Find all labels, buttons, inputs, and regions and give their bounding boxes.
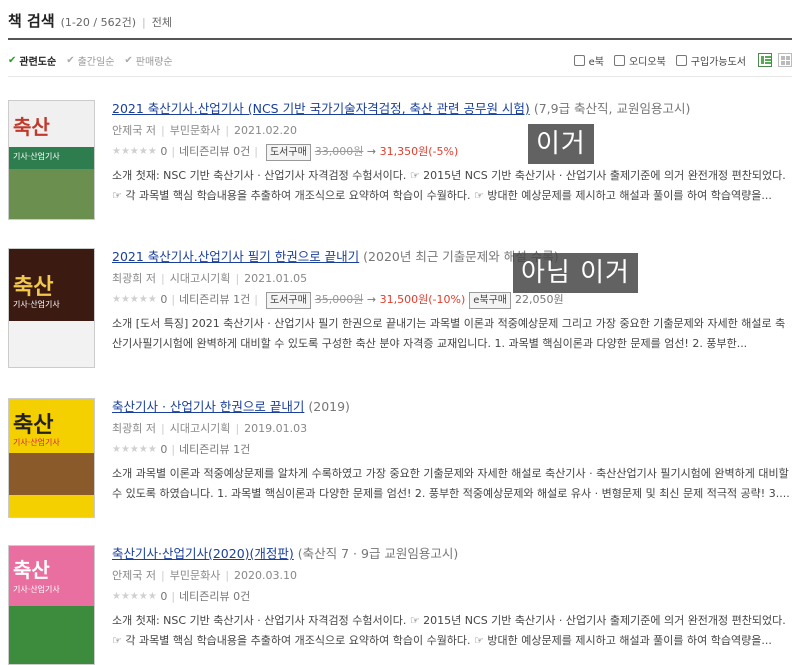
cover-title: 축산 — [13, 558, 50, 582]
sort-date[interactable]: ✔ 출간일순 — [66, 53, 114, 68]
book-item: 축산 기사·산업기사 축산기사 · 산업기사 한권으로 끝내기 (2019) 최… — [8, 398, 792, 528]
buy-button[interactable]: 도서구매 — [265, 291, 311, 309]
original-price: 33,000원 — [314, 145, 364, 158]
book-info: 2021 축산기사.산업기사 필기 한권으로 끝내기 (2020년 최근 기출문… — [112, 248, 792, 374]
check-icon: ✔ — [66, 54, 75, 66]
result-count: (1-20 / 562건) — [60, 16, 136, 29]
filter-options: e북 오디오북 구입가능도서 — [568, 53, 792, 68]
book-description: 소개 첫재: NSC 기반 축산기사 · 산업기사 자격검정 수험서이다. ☞ … — [112, 614, 786, 647]
sale-price: 31,500원(-10%) — [379, 293, 466, 306]
book-subtitle: (축산직 7 · 9급 교원임용고시) — [297, 546, 459, 561]
sort-sales[interactable]: ✔ 판매량순 — [124, 53, 172, 68]
page-title: 책 검색 — [8, 12, 55, 30]
list-view-icon[interactable] — [758, 53, 772, 67]
rating-value: 0 — [160, 443, 168, 456]
book-publisher[interactable]: 부민문화사 — [170, 569, 221, 582]
cover-subtitle: 기사·산업기사 — [13, 585, 60, 594]
book-info: 축산기사 · 산업기사 한권으로 끝내기 (2019) 최광희 저 | 시대고시기획… — [112, 398, 792, 524]
book-title-link[interactable]: 축산기사 · 산업기사 한권으로 끝내기 — [112, 399, 304, 414]
divider — [8, 76, 792, 77]
sort-sales-label: 판매량순 — [135, 56, 173, 68]
original-price: 35,000원 — [314, 293, 364, 306]
rating-value: 0 — [160, 145, 168, 158]
book-title-link[interactable]: 2021 축산기사.산업기사 필기 한권으로 끝내기 — [112, 249, 359, 264]
book-publisher[interactable]: 시대고시기획 — [170, 422, 231, 435]
book-item: 축산 기사·산업기사 2021 축산기사.산업기사 필기 한권으로 끝내기 (2… — [8, 248, 792, 378]
book-date: 2020.03.10 — [234, 569, 298, 582]
cover-subtitle: 기사·산업기사 — [13, 438, 60, 447]
buy-button[interactable]: 도서구매 — [265, 143, 311, 161]
book-author[interactable]: 안제국 저 — [112, 569, 156, 582]
rating-stars-icon: ★★★★★ — [112, 444, 157, 455]
rating-value: 0 — [160, 590, 168, 603]
book-date: 2019.01.03 — [244, 422, 308, 435]
book-publisher[interactable]: 부민문화사 — [170, 124, 221, 137]
book-description: 소개 첫재: NSC 기반 축산기사 · 산업기사 자격검정 수험서이다. ☞ … — [112, 169, 786, 202]
search-header: 책 검색 (1-20 / 562건) | 전체 — [8, 10, 792, 40]
sort-bar: ✔ 관련도순 ✔ 출간일순 ✔ 판매량순 e북 오디오북 구입가능도서 — [8, 50, 792, 70]
review-count[interactable]: 네티즌리뷰 1건 — [179, 440, 250, 460]
book-date: 2021.01.05 — [244, 272, 308, 285]
book-info: 축산기사·산업기사(2020)(개정판) (축산직 7 · 9급 교원임용고시)… — [112, 545, 792, 665]
review-count[interactable]: 네티즌리뷰 0건 — [179, 142, 250, 162]
available-checkbox[interactable] — [675, 54, 687, 66]
sort-relevance-label: 관련도순 — [19, 56, 57, 68]
book-item: 축산 기사·산업기사 축산기사·산업기사(2020)(개정판) (축산직 7 ·… — [8, 545, 792, 665]
book-subtitle: (7,9급 축산직, 교원임용고시) — [533, 101, 691, 116]
book-date: 2021.02.20 — [234, 124, 298, 137]
book-title-link[interactable]: 2021 축산기사.산업기사 (NCS 기반 국가기술자격검정, 축산 관련 공… — [112, 101, 530, 116]
book-cover[interactable]: 축산 기사·산업기사 — [8, 248, 95, 368]
review-count[interactable]: 네티즌리뷰 1건 — [179, 290, 250, 310]
rating-stars-icon: ★★★★★ — [112, 591, 157, 602]
book-item: 축산 기사·산업기사 2021 축산기사.산업기사 (NCS 기반 국가기술자격… — [8, 100, 792, 230]
ebook-buy-button[interactable]: e북구매 — [469, 291, 512, 309]
audiobook-label: 오디오북 — [628, 56, 666, 68]
ebook-checkbox[interactable] — [573, 54, 585, 66]
book-title-link[interactable]: 축산기사·산업기사(2020)(개정판) — [112, 546, 294, 561]
annotation-label-first: 이거 — [528, 124, 594, 164]
book-description: 소개 과목별 이론과 적중예상문제를 알차게 수록하였고 가장 중요한 기출문제… — [112, 467, 790, 500]
cover-title: 축산 — [13, 115, 50, 139]
book-description: 소개 [도서 특징] 2021 축산기사 · 산업기사 필기 한권으로 끝내기는… — [112, 317, 786, 350]
sort-relevance[interactable]: ✔ 관련도순 — [8, 53, 56, 68]
book-cover[interactable]: 축산 기사·산업기사 — [8, 100, 95, 220]
book-cover[interactable]: 축산 기사·산업기사 — [8, 545, 95, 665]
sale-price: 31,350원(-5%) — [379, 145, 459, 158]
cover-title: 축산 — [13, 274, 54, 300]
arrow: → — [366, 293, 377, 306]
cover-title: 축산 — [13, 412, 54, 438]
annotation-label-second: 아님 이거 — [513, 253, 638, 293]
rating-stars-icon: ★★★★★ — [112, 294, 157, 305]
rating-value: 0 — [160, 293, 168, 306]
book-author[interactable]: 최광희 저 — [112, 272, 156, 285]
check-icon: ✔ — [8, 54, 17, 66]
book-author[interactable]: 안제국 저 — [112, 124, 156, 137]
book-author[interactable]: 최광희 저 — [112, 422, 156, 435]
check-icon: ✔ — [124, 54, 133, 66]
ebook-price: 22,050원 — [515, 293, 564, 306]
book-subtitle: (2019) — [308, 399, 350, 414]
header-separator: | — [142, 16, 146, 29]
arrow: → — [366, 145, 377, 158]
book-info: 2021 축산기사.산업기사 (NCS 기반 국가기술자격검정, 축산 관련 공… — [112, 100, 792, 226]
sort-date-label: 출간일순 — [77, 56, 115, 68]
cover-subtitle: 기사·산업기사 — [13, 152, 60, 161]
available-label: 구입가능도서 — [690, 56, 746, 68]
grid-view-icon[interactable] — [778, 53, 792, 67]
cover-subtitle: 기사·산업기사 — [13, 300, 60, 309]
book-cover[interactable]: 축산 기사·산업기사 — [8, 398, 95, 518]
review-count[interactable]: 네티즌리뷰 0건 — [179, 587, 250, 607]
scope-all-link[interactable]: 전체 — [152, 14, 172, 30]
rating-stars-icon: ★★★★★ — [112, 146, 157, 157]
ebook-label: e북 — [588, 56, 604, 68]
audiobook-checkbox[interactable] — [613, 54, 625, 66]
book-publisher[interactable]: 시대고시기획 — [170, 272, 231, 285]
